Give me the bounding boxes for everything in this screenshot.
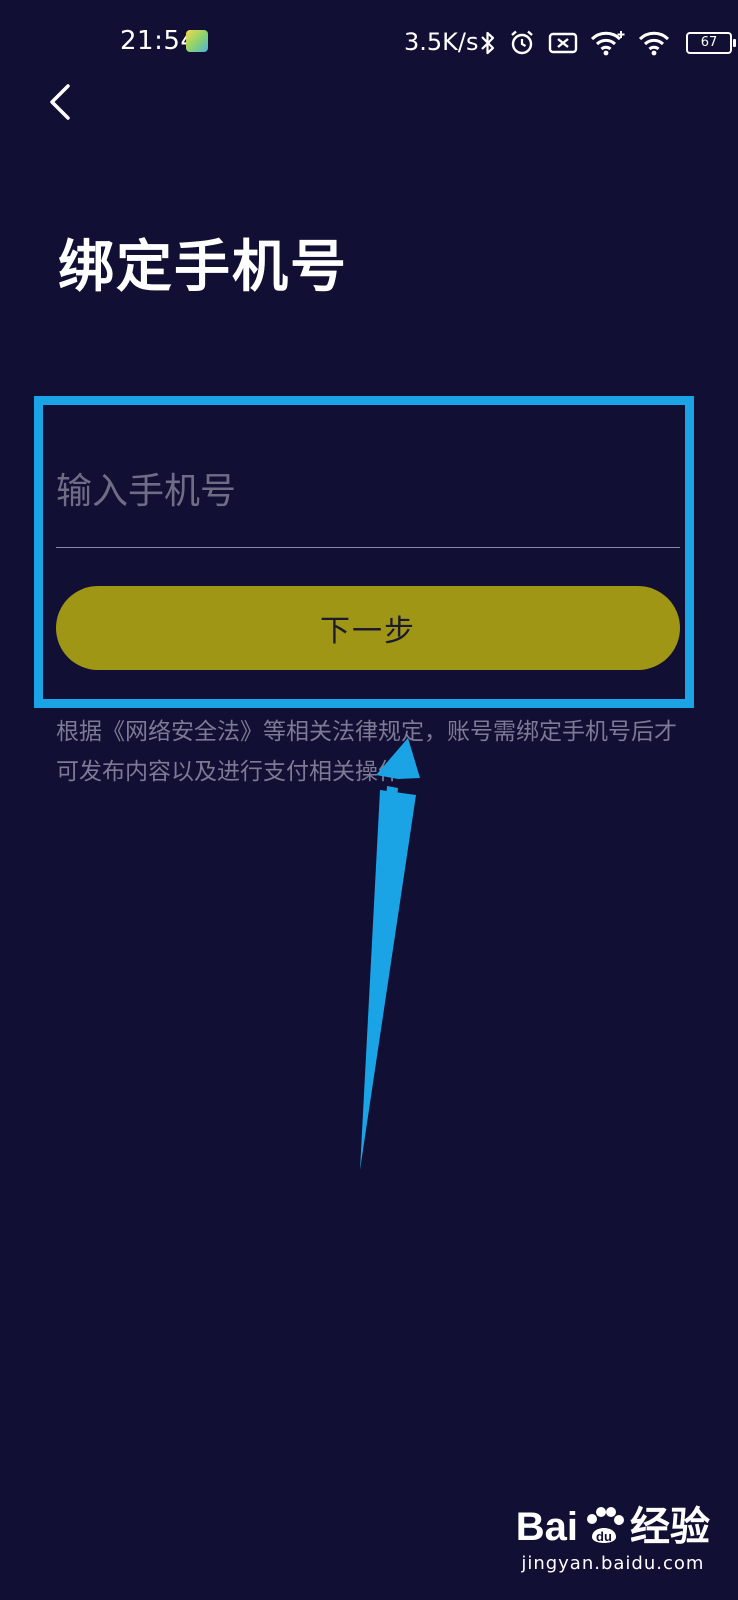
- battery-icon: 67: [686, 32, 736, 54]
- network-speed: 3.5K/s: [404, 28, 479, 56]
- svg-text:du: du: [596, 1529, 612, 1544]
- watermark-logo: Bai du 经验: [516, 1505, 710, 1549]
- watermark-brand-left: Bai: [515, 1505, 578, 1549]
- baidu-jingyan-watermark: Bai du 经验 jingyan.baidu.com: [516, 1505, 710, 1574]
- app-notification-icon: [186, 30, 208, 52]
- wifi-plus-icon: [590, 31, 625, 56]
- sim-off-icon: [548, 32, 578, 54]
- paw-icon: du: [587, 1507, 624, 1544]
- status-bar: 21:54 3.5K/s 67: [0, 0, 738, 86]
- chevron-left-icon: [50, 84, 70, 120]
- bluetooth-icon: [481, 31, 495, 55]
- highlight-frame: [34, 396, 694, 708]
- battery-level: 67: [700, 35, 718, 50]
- wifi-icon: [638, 31, 670, 56]
- watermark-url: jingyan.baidu.com: [521, 1553, 705, 1574]
- watermark-brand-right: 经验: [630, 1505, 710, 1549]
- bind-phone-screen: 21:54 3.5K/s 67 绑定手机号 输入手机号 下一步 根据《网络安全法…: [0, 0, 738, 1600]
- back-button[interactable]: [36, 78, 84, 126]
- status-icons: 67: [480, 28, 736, 58]
- notice-text: 根据《网络安全法》等相关法律规定，账号需绑定手机号后才可发布内容以及进行支付相关…: [56, 719, 677, 785]
- page-title: 绑定手机号: [58, 235, 348, 300]
- alarm-icon: [511, 30, 533, 55]
